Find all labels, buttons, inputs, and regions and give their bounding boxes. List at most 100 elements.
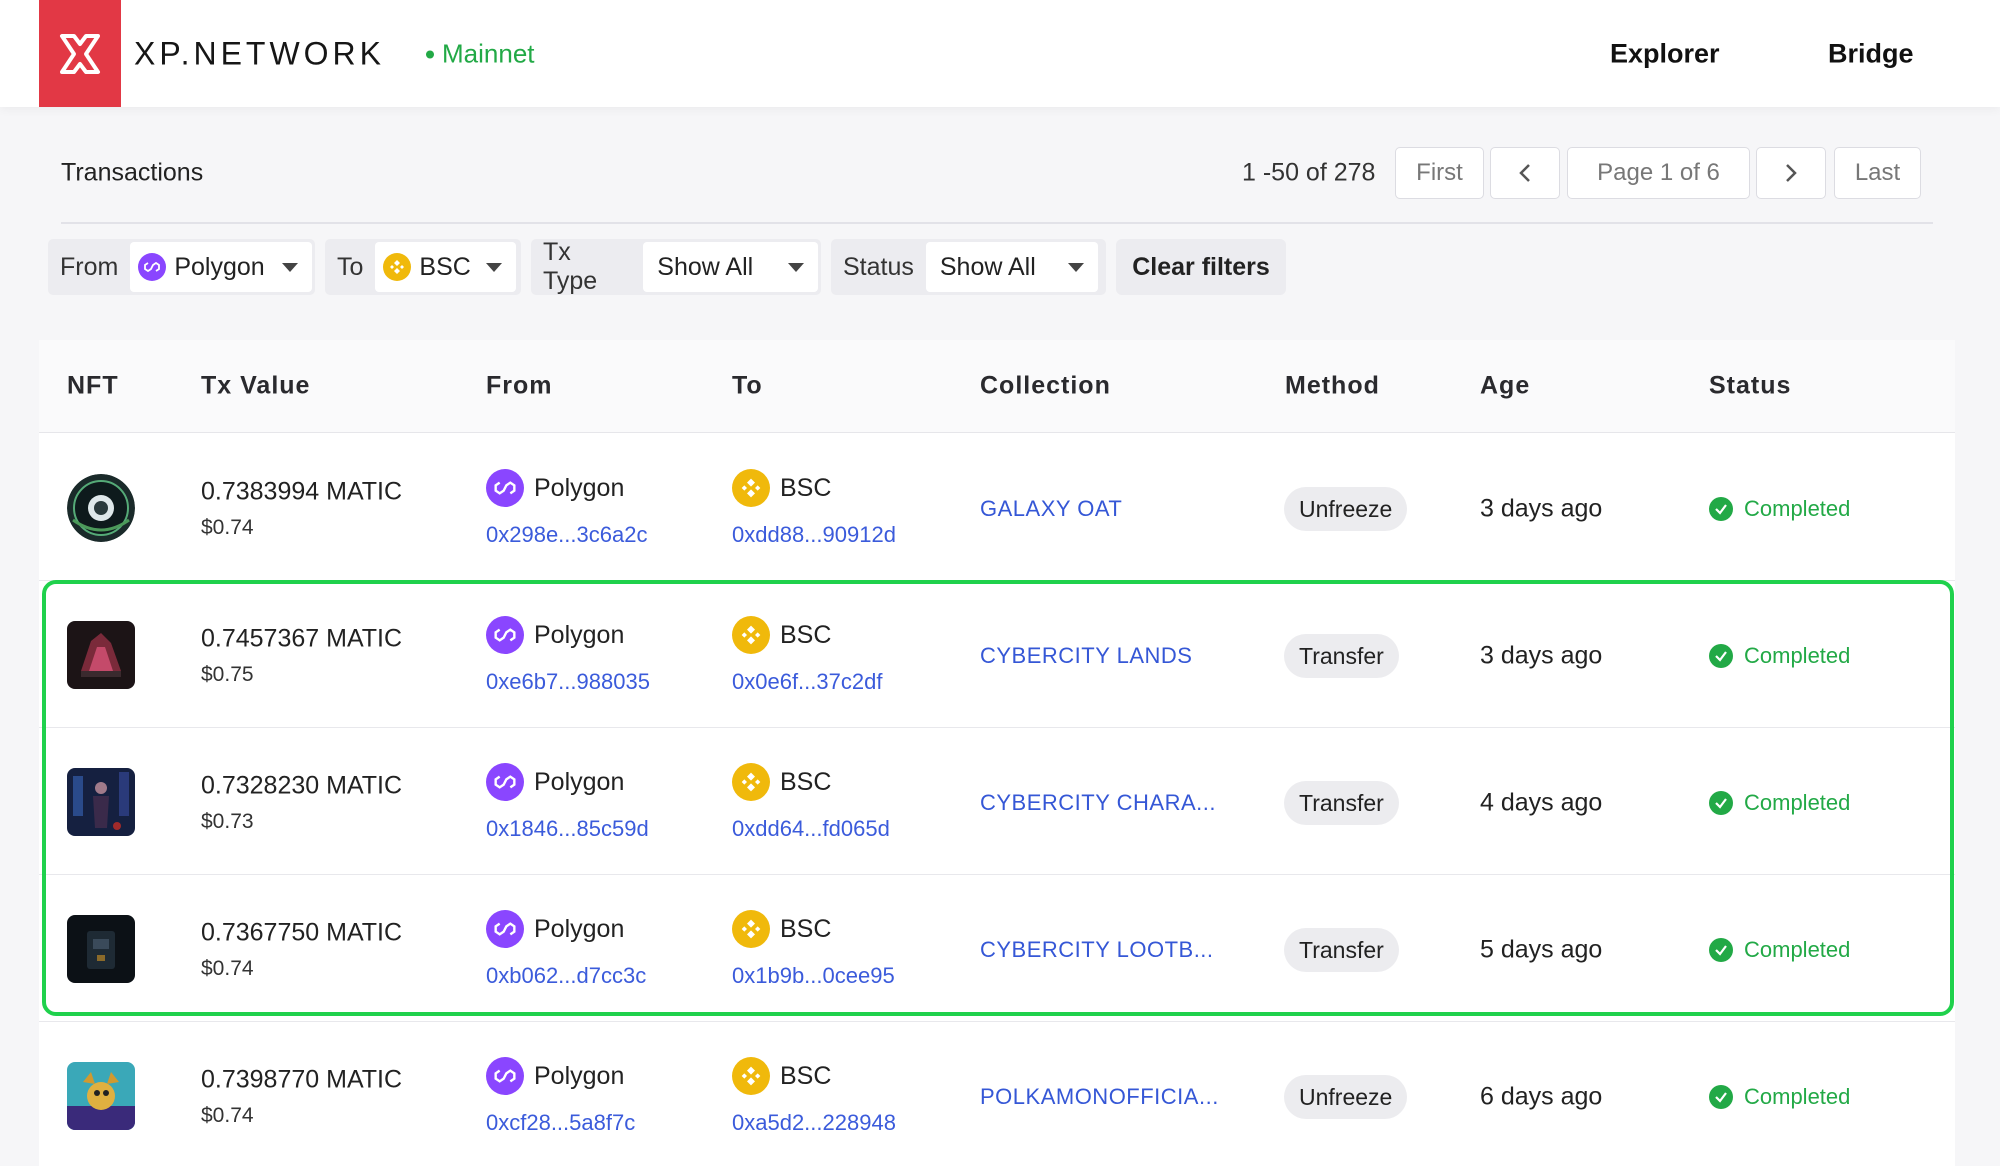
- chevron-down-icon: [282, 262, 298, 272]
- table-row[interactable]: 0.7328230 MATIC $0.73 Polygon 0x1846...8…: [39, 728, 1955, 875]
- to-chain: BSC: [732, 616, 831, 654]
- nft-thumbnail[interactable]: [67, 768, 135, 836]
- bsc-icon: [732, 469, 770, 507]
- to-chain-select[interactable]: BSC: [375, 242, 517, 292]
- network-label: Mainnet: [442, 38, 535, 69]
- to-address-link[interactable]: 0xdd64...fd065d: [732, 816, 890, 842]
- status-text: Completed: [1744, 790, 1851, 815]
- to-chain-name: BSC: [780, 914, 832, 943]
- from-address-link[interactable]: 0xb062...d7cc3c: [486, 963, 646, 989]
- collection-link[interactable]: CYBERCITY LANDS: [980, 643, 1192, 669]
- status-badge: Completed: [1709, 1084, 1850, 1110]
- bsc-icon: [732, 910, 770, 948]
- from-chain-name: Polygon: [534, 620, 625, 649]
- nav-bridge[interactable]: Bridge: [1828, 39, 1914, 70]
- to-address-link[interactable]: 0xa5d2...228948: [732, 1110, 896, 1136]
- bsc-icon: [732, 763, 770, 801]
- from-chain: Polygon: [486, 1057, 624, 1095]
- check-circle-icon: [1709, 791, 1733, 815]
- to-chain-value: BSC: [419, 252, 471, 281]
- from-chain-value: Polygon: [174, 252, 265, 281]
- top-header: XP.NETWORK Mainnet Explorer Bridge: [0, 0, 2000, 107]
- to-chain-name: BSC: [780, 1061, 832, 1090]
- to-filter: To BSC: [325, 239, 521, 295]
- age-text: 6 days ago: [1480, 1082, 1603, 1111]
- status-badge: Completed: [1709, 496, 1850, 522]
- from-chain-name: Polygon: [534, 914, 625, 943]
- nft-thumbnail[interactable]: [67, 621, 135, 689]
- clear-filters-button[interactable]: Clear filters: [1116, 239, 1286, 295]
- bsc-icon: [732, 616, 770, 654]
- method-badge: Transfer: [1284, 781, 1399, 825]
- tx-value-usd: $0.73: [201, 810, 254, 833]
- polygon-icon: [486, 616, 524, 654]
- prev-page-button[interactable]: [1490, 147, 1560, 199]
- bsc-icon: [383, 253, 412, 281]
- nft-thumbnail[interactable]: [67, 474, 135, 542]
- tx-value: 0.7398770 MATIC: [201, 1065, 403, 1094]
- status-badge: Completed: [1709, 790, 1850, 816]
- from-address-link[interactable]: 0xe6b7...988035: [486, 669, 650, 695]
- txtype-value: Show All: [657, 252, 754, 281]
- polygon-icon: [138, 253, 167, 281]
- from-address-link[interactable]: 0x1846...85c59d: [486, 816, 649, 842]
- table-row[interactable]: 0.7383994 MATIC $0.74 Polygon 0x298e...3…: [39, 434, 1955, 581]
- col-tx-value: Tx Value: [201, 371, 311, 400]
- chevron-left-icon: [1519, 164, 1530, 182]
- txtype-filter-label: Tx Type: [543, 238, 598, 295]
- nft-thumbnail[interactable]: [67, 1062, 135, 1130]
- to-chain: BSC: [732, 1057, 831, 1095]
- chevron-down-icon: [788, 262, 804, 272]
- bsc-icon: [732, 1057, 770, 1095]
- last-page-button[interactable]: Last: [1834, 147, 1921, 199]
- tx-value: 0.7383994 MATIC: [201, 477, 403, 506]
- table-row[interactable]: 0.7398770 MATIC $0.74 Polygon 0xcf28...5…: [39, 1022, 1955, 1166]
- collection-link[interactable]: POLKAMONOFFICIA...: [980, 1084, 1219, 1110]
- col-collection: Collection: [980, 371, 1111, 400]
- col-to: To: [732, 371, 763, 400]
- check-circle-icon: [1709, 497, 1733, 521]
- page-title: Transactions: [61, 158, 204, 187]
- from-chain: Polygon: [486, 469, 624, 507]
- check-circle-icon: [1709, 644, 1733, 668]
- tx-value: 0.7367750 MATIC: [201, 918, 403, 947]
- txtype-filter: Tx Type Show All: [531, 238, 821, 295]
- from-chain-select[interactable]: Polygon: [130, 242, 312, 292]
- brand-name: XP.NETWORK: [134, 35, 385, 72]
- polygon-icon: [486, 763, 524, 801]
- xp-network-logo[interactable]: [39, 0, 121, 107]
- to-address-link[interactable]: 0x0e6f...37c2df: [732, 669, 882, 695]
- table-row[interactable]: 0.7457367 MATIC $0.75 Polygon 0xe6b7...9…: [39, 581, 1955, 728]
- from-chain-name: Polygon: [534, 767, 625, 796]
- from-filter: From Polygon: [48, 239, 315, 295]
- network-dot-icon: [426, 50, 434, 58]
- status-value: Show All: [939, 252, 1036, 281]
- table-row[interactable]: 0.7367750 MATIC $0.74 Polygon 0xb062...d…: [39, 875, 1955, 1022]
- nav-explorer[interactable]: Explorer: [1610, 39, 1720, 70]
- chevron-right-icon: [1786, 164, 1797, 182]
- first-page-button[interactable]: First: [1395, 147, 1484, 199]
- polygon-icon: [486, 469, 524, 507]
- status-select[interactable]: Show All: [925, 242, 1098, 292]
- status-text: Completed: [1744, 496, 1851, 521]
- collection-link[interactable]: CYBERCITY LOOTB...: [980, 937, 1214, 963]
- col-age: Age: [1480, 371, 1531, 400]
- status-text: Completed: [1744, 1084, 1851, 1109]
- polygon-icon: [486, 1057, 524, 1095]
- to-address-link[interactable]: 0x1b9b...0cee95: [732, 963, 895, 989]
- age-text: 5 days ago: [1480, 935, 1603, 964]
- to-chain-name: BSC: [780, 620, 832, 649]
- from-address-link[interactable]: 0xcf28...5a8f7c: [486, 1110, 635, 1136]
- from-address-link[interactable]: 0x298e...3c6a2c: [486, 522, 647, 548]
- to-address-link[interactable]: 0xdd88...90912d: [732, 522, 896, 548]
- collection-link[interactable]: GALAXY OAT: [980, 496, 1122, 522]
- chevron-down-icon: [486, 262, 503, 272]
- nft-thumbnail[interactable]: [67, 915, 135, 983]
- txtype-select[interactable]: Show All: [643, 242, 818, 292]
- next-page-button[interactable]: [1756, 147, 1826, 199]
- tx-value-usd: $0.74: [201, 516, 254, 539]
- method-badge: Transfer: [1284, 634, 1399, 678]
- collection-link[interactable]: CYBERCITY CHARA...: [980, 790, 1216, 816]
- to-filter-label: To: [337, 252, 364, 281]
- col-from: From: [486, 371, 553, 400]
